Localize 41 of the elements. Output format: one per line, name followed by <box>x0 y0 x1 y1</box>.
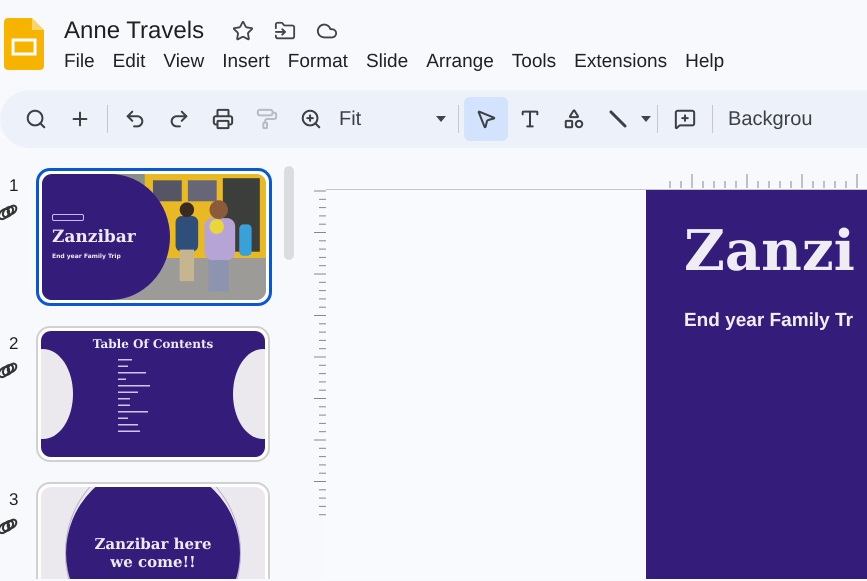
comment-icon <box>674 108 696 130</box>
caret-icon[interactable] <box>435 115 447 123</box>
slide-title: Table Of Contents <box>92 337 214 351</box>
menu-item[interactable]: Slide <box>358 49 416 75</box>
slide-subtitle: End year Family Tr <box>684 310 854 332</box>
menu-item[interactable]: Tools <box>504 49 564 75</box>
background-button[interactable]: Backgrou <box>718 108 812 130</box>
slide-title: Zanzi <box>684 218 856 284</box>
slide-number: 3 <box>9 490 18 510</box>
zoom-dropdown[interactable]: Fit <box>333 108 453 130</box>
slide-title: Zanzibar here we come!! <box>93 535 213 571</box>
redo-icon <box>168 108 190 130</box>
paint-roller-icon <box>256 108 278 130</box>
shapes-icon <box>563 108 585 130</box>
star-icon[interactable] <box>232 20 254 42</box>
text-icon <box>519 108 541 130</box>
menu-item[interactable]: Help <box>678 49 732 75</box>
menu-item[interactable]: Arrange <box>419 49 501 75</box>
slide-title: Zanzibar <box>52 227 137 247</box>
slide-number: 2 <box>9 334 18 354</box>
slide-number: 1 <box>9 176 18 196</box>
zoom-in-icon <box>300 108 322 130</box>
move-folder-icon[interactable] <box>274 20 296 42</box>
slide-thumbnail[interactable]: Zanzibar here we come!! <box>36 482 270 579</box>
caret-icon[interactable] <box>640 115 652 123</box>
scrollbar[interactable] <box>284 166 294 260</box>
printer-icon <box>212 108 234 130</box>
tag-shape <box>52 214 84 221</box>
slide-thumbnail[interactable]: Table Of Contents <box>36 326 270 462</box>
menu-item[interactable]: View <box>156 49 212 75</box>
undo-icon <box>124 108 146 130</box>
pointer-button[interactable] <box>464 97 508 141</box>
search-icon <box>25 108 47 130</box>
menu-item[interactable]: Format <box>280 49 355 75</box>
pointer-icon <box>475 108 497 130</box>
line-icon <box>607 108 629 130</box>
menu-item[interactable]: File <box>57 49 102 75</box>
menu-item[interactable]: Extensions <box>567 49 674 75</box>
menu-item[interactable]: Insert <box>215 49 277 75</box>
document-title[interactable]: Anne Travels <box>64 17 204 45</box>
menu-item[interactable]: Edit <box>106 49 152 75</box>
